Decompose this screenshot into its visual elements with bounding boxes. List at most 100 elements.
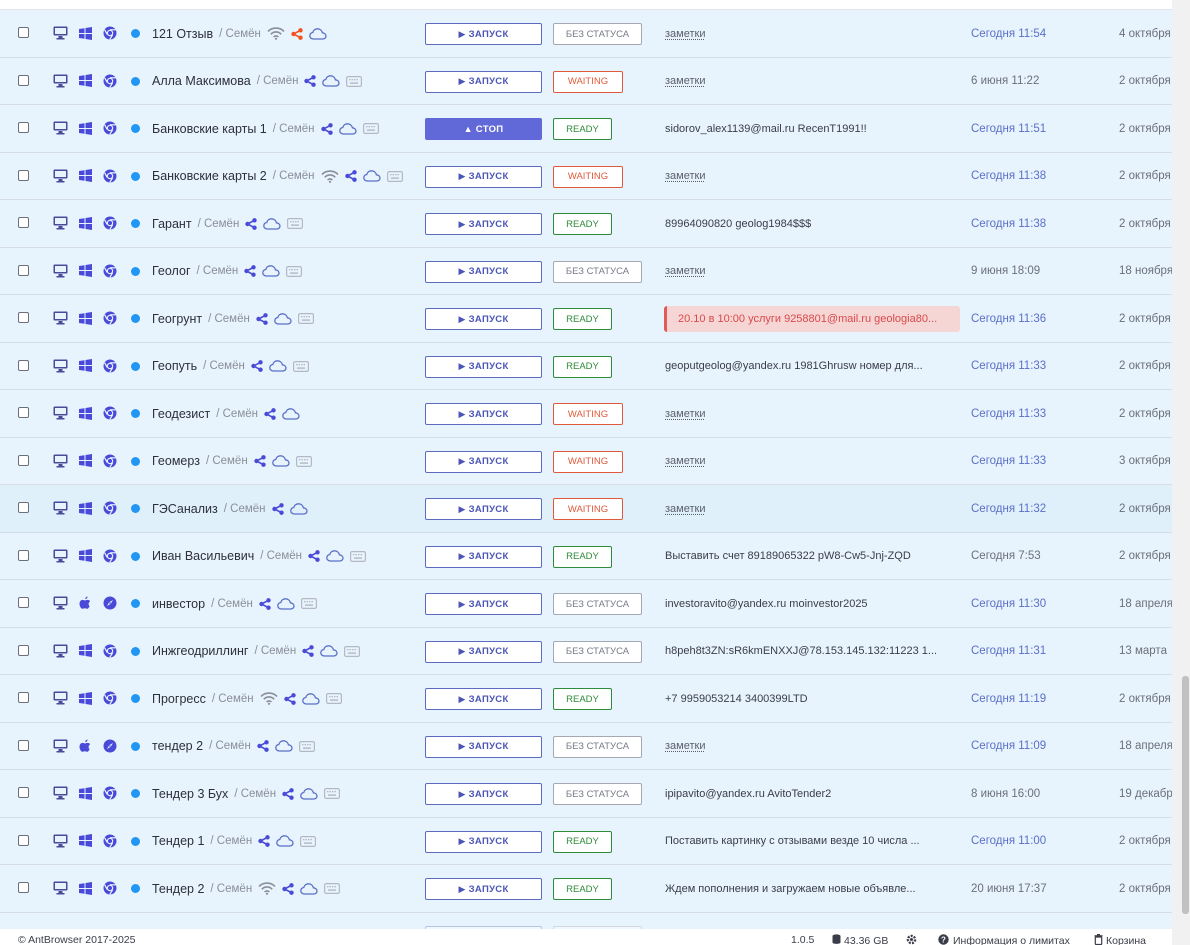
notes-cell[interactable]: h8peh8t3ZN:sR6kmENXXJ@78.153.145.132:112… bbox=[665, 628, 940, 675]
settings-button[interactable] bbox=[906, 934, 917, 945]
launch-button[interactable]: ▶ЗАПУСК bbox=[425, 498, 542, 520]
row-checkbox[interactable] bbox=[18, 217, 29, 228]
share-icon[interactable] bbox=[272, 503, 284, 515]
last-run-date[interactable]: Сегодня 11:33 bbox=[971, 390, 1046, 437]
last-run-date[interactable]: Сегодня 11:54 bbox=[971, 10, 1046, 57]
status-badge[interactable]: READY bbox=[553, 878, 612, 900]
profile-name[interactable]: Прогресс bbox=[152, 692, 206, 706]
last-run-date[interactable]: Сегодня 11:38 bbox=[971, 200, 1046, 247]
table-row[interactable]: Алла Максимова / Семён ▶ ЗАПУСК WAITING замет… bbox=[0, 58, 1172, 106]
profile-name[interactable]: 121 Отзыв bbox=[152, 27, 213, 41]
row-checkbox[interactable] bbox=[18, 740, 29, 751]
row-checkbox[interactable] bbox=[18, 645, 29, 656]
row-checkbox[interactable] bbox=[18, 455, 29, 466]
share-icon[interactable] bbox=[345, 170, 357, 182]
cloud-icon[interactable] bbox=[290, 503, 308, 515]
profile-name[interactable]: тендер 2 bbox=[152, 739, 203, 753]
share-icon[interactable] bbox=[251, 360, 263, 372]
notes-cell[interactable]: заметки bbox=[665, 248, 940, 295]
table-row[interactable]: Инжгеодриллинг / Семён ▶ ЗАПУСК БЕЗ СТАТУСА h… bbox=[0, 628, 1172, 676]
cloud-icon[interactable] bbox=[322, 75, 340, 87]
share-icon[interactable] bbox=[256, 313, 268, 325]
cloud-icon[interactable] bbox=[277, 598, 295, 610]
row-checkbox[interactable] bbox=[18, 597, 29, 608]
row-checkbox[interactable] bbox=[18, 312, 29, 323]
status-badge[interactable]: READY bbox=[553, 118, 612, 140]
profile-name[interactable]: Инжгеодриллинг bbox=[152, 644, 248, 658]
notes-cell[interactable]: geoputgeolog@yandex.ru 1981Ghrusw номер … bbox=[665, 343, 940, 390]
keyboard-icon[interactable] bbox=[344, 646, 360, 657]
notes-cell[interactable]: ipipavito@yandex.ru AvitoTender2 bbox=[665, 770, 940, 817]
share-icon[interactable] bbox=[321, 123, 333, 135]
status-badge[interactable]: БЕЗ СТАТУСА bbox=[553, 593, 642, 615]
profile-name[interactable]: Иван Васильевич bbox=[152, 549, 254, 563]
status-badge[interactable]: БЕЗ СТАТУСА bbox=[553, 736, 642, 758]
last-run-date[interactable]: Сегодня 11:33 bbox=[971, 438, 1046, 485]
notes-cell[interactable]: заметки bbox=[665, 390, 940, 437]
keyboard-icon[interactable] bbox=[350, 551, 366, 562]
cloud-icon[interactable] bbox=[363, 170, 381, 182]
notes-cell[interactable]: Ждем пополнения и загружаем новые объявл… bbox=[665, 865, 940, 912]
launch-button[interactable]: ▶ЗАПУСК bbox=[425, 23, 542, 45]
status-badge[interactable]: БЕЗ СТАТУСА bbox=[553, 261, 642, 283]
status-badge[interactable]: READY bbox=[553, 688, 612, 710]
status-badge[interactable]: WAITING bbox=[553, 71, 623, 93]
wifi-icon[interactable] bbox=[258, 882, 276, 895]
share-icon[interactable] bbox=[282, 883, 294, 895]
cloud-icon[interactable] bbox=[309, 28, 327, 40]
profile-name[interactable]: Геогрунт bbox=[152, 312, 202, 326]
status-badge[interactable]: READY bbox=[553, 831, 612, 853]
share-icon[interactable] bbox=[257, 740, 269, 752]
last-run-date[interactable]: Сегодня 11:51 bbox=[971, 105, 1046, 152]
notes-cell[interactable]: заметки bbox=[665, 153, 940, 200]
profile-name[interactable]: ГЭСанализ bbox=[152, 502, 218, 516]
share-icon[interactable] bbox=[282, 788, 294, 800]
profile-name[interactable]: Банковские карты 1 bbox=[152, 122, 267, 136]
keyboard-icon[interactable] bbox=[326, 693, 342, 704]
launch-button[interactable]: ▶ЗАПУСК bbox=[425, 261, 542, 283]
share-icon[interactable] bbox=[259, 598, 271, 610]
keyboard-icon[interactable] bbox=[287, 218, 303, 229]
launch-button[interactable]: ▶ЗАПУСК bbox=[425, 356, 542, 378]
table-row[interactable]: Геодезист / Семён ▶ ЗАПУСК WAITING заметки Сег… bbox=[0, 390, 1172, 438]
profile-name[interactable]: Гарант bbox=[152, 217, 192, 231]
keyboard-icon[interactable] bbox=[298, 313, 314, 324]
cloud-icon[interactable] bbox=[275, 740, 293, 752]
cloud-icon[interactable] bbox=[300, 788, 318, 800]
status-badge[interactable]: READY bbox=[553, 308, 612, 330]
share-icon[interactable] bbox=[304, 75, 316, 87]
profile-name[interactable]: Геолог bbox=[152, 264, 191, 278]
status-badge[interactable]: WAITING bbox=[553, 451, 623, 473]
table-row[interactable]: тендер 2/ Семён ▶ ЗАПУСК БЕЗ СТАТУСА заметки… bbox=[0, 723, 1172, 771]
row-checkbox[interactable] bbox=[18, 265, 29, 276]
table-row[interactable]: Банковские карты 2/ Семён ▶ ЗАПУСК WAITING з… bbox=[0, 153, 1172, 201]
launch-button[interactable]: ▶ЗАПУСК bbox=[425, 546, 542, 568]
table-row[interactable]: 121 Отзыв / Семён ▶ ЗАПУСК БЕЗ СТАТУСА заметк… bbox=[0, 10, 1172, 58]
profile-name[interactable]: Тендер 2 bbox=[152, 882, 204, 896]
share-icon[interactable] bbox=[308, 550, 320, 562]
last-run-date[interactable]: Сегодня 11:19 bbox=[971, 675, 1046, 722]
profile-name[interactable]: Тендер 3 Бух bbox=[152, 787, 228, 801]
row-checkbox[interactable] bbox=[18, 122, 29, 133]
share-icon[interactable] bbox=[284, 693, 296, 705]
launch-button[interactable]: ▶ЗАПУСК bbox=[425, 403, 542, 425]
status-badge[interactable]: БЕЗ СТАТУСА bbox=[553, 783, 642, 805]
profile-name[interactable]: Геомерз bbox=[152, 454, 200, 468]
table-row[interactable]: Банковские карты 1 / Семён ▲ СТОП READY sidor… bbox=[0, 105, 1172, 153]
share-icon[interactable] bbox=[254, 455, 266, 467]
launch-button[interactable]: ▶ЗАПУСК bbox=[425, 878, 542, 900]
notes-cell[interactable]: Выставить счет 89189065322 pW8-Cw5-Jnj-Z… bbox=[665, 533, 940, 580]
launch-button[interactable]: ▶ЗАПУСК bbox=[425, 593, 542, 615]
notes-cell[interactable]: заметки bbox=[665, 58, 940, 105]
table-row[interactable]: Гарант / Семён ▶ ЗАПУСК READY 89964090820 geo… bbox=[0, 200, 1172, 248]
keyboard-icon[interactable] bbox=[293, 361, 309, 372]
profile-name[interactable]: Тендер 1 bbox=[152, 834, 204, 848]
wifi-icon[interactable] bbox=[321, 170, 339, 183]
status-badge[interactable]: READY bbox=[553, 356, 612, 378]
last-run-date[interactable]: Сегодня 11:38 bbox=[971, 153, 1046, 200]
keyboard-icon[interactable] bbox=[324, 883, 340, 894]
last-run-date[interactable]: Сегодня 11:33 bbox=[971, 343, 1046, 390]
profile-name[interactable]: Геодезист bbox=[152, 407, 210, 421]
row-checkbox[interactable] bbox=[18, 692, 29, 703]
keyboard-icon[interactable] bbox=[324, 788, 340, 799]
